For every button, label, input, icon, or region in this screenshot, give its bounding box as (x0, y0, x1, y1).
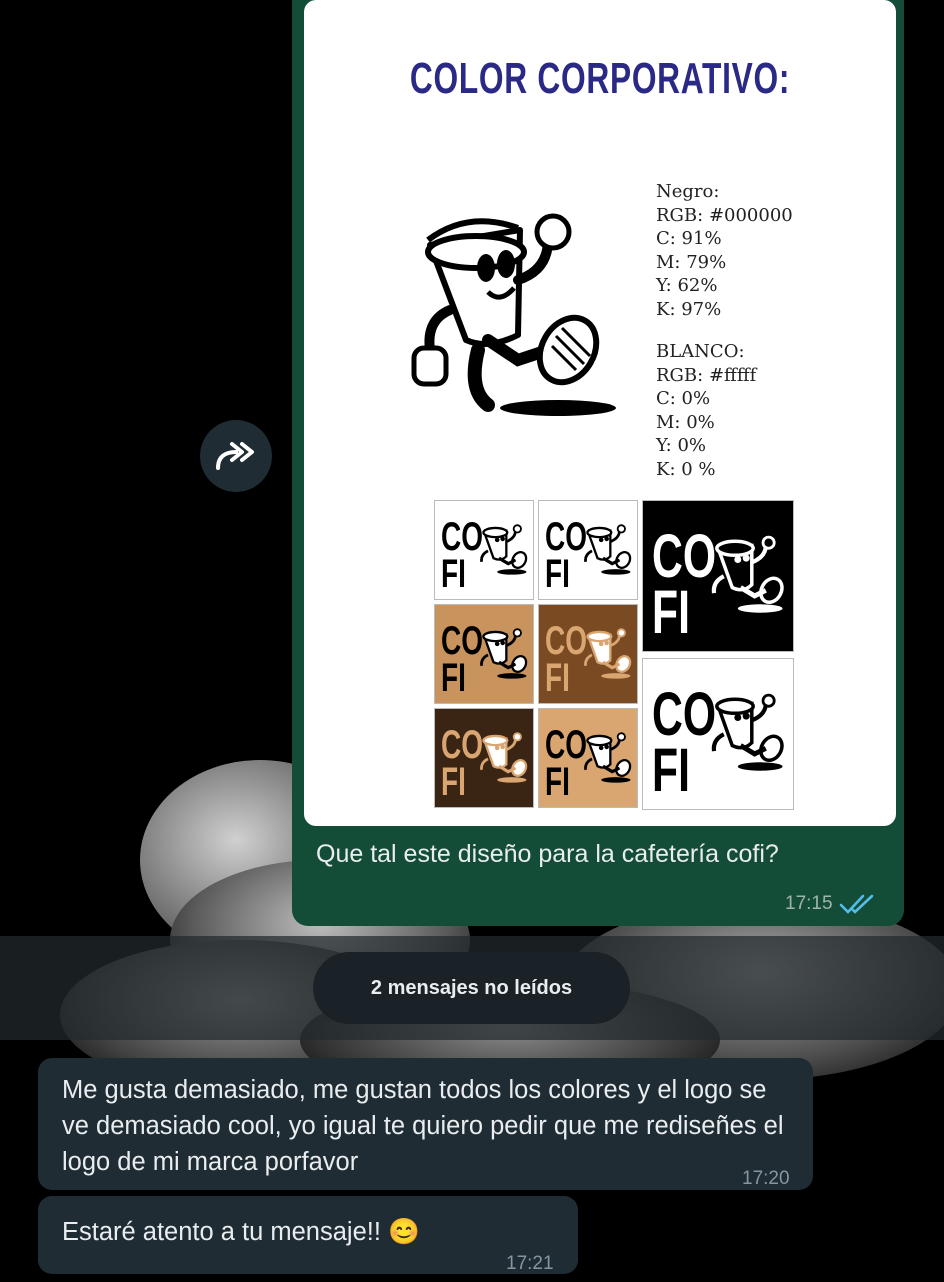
message-caption: Que tal este diseño para la cafetería co… (316, 840, 779, 868)
spec-line: RGB: #fffff (656, 364, 757, 386)
spec-line: K: 0 % (656, 458, 716, 480)
message-meta: 17:15 (785, 893, 877, 915)
unread-messages-divider: 2 mensajes no leídos (313, 952, 630, 1024)
message-time: 17:15 (785, 893, 833, 914)
logo-mascot-icon (584, 628, 632, 679)
spec-line: M: 79% (656, 251, 727, 273)
logo-variant-tile: CO FI (538, 500, 638, 600)
logo-mascot-icon (711, 693, 784, 771)
spec-line: RGB: #000000 (656, 204, 793, 226)
message-time: 17:21 (506, 1253, 554, 1274)
logo-mascot-icon (480, 524, 528, 575)
incoming-message-bubble[interactable]: Estaré atento a tu mensaje!! 😊 17:21 (38, 1196, 578, 1274)
logo-mascot-icon (711, 535, 784, 613)
spec-line: Y: 62% (656, 275, 718, 296)
message-time: 17:20 (742, 1168, 790, 1189)
logo-variant-tile: CO FI (434, 604, 534, 704)
cup-mascot-illustration (411, 213, 616, 416)
spec-line: K: 97% (656, 298, 722, 320)
shared-image[interactable]: COLOR CORPORATIVO: Negro: RGB: #000000 C… (304, 0, 896, 826)
double-check-read-icon (839, 894, 873, 914)
message-text: Me gusta demasiado, me gustan todos los … (62, 1076, 784, 1176)
image-title: COLOR CORPORATIVO: (409, 54, 791, 103)
logo-mascot-icon (584, 732, 632, 783)
logo-mascot-icon (584, 524, 632, 575)
spec-line: C: 0% (656, 388, 711, 409)
forward-icon (216, 442, 254, 470)
logo-variant-tile: CO FI (434, 500, 534, 600)
spec-negro: Negro: RGB: #000000 C: 91% M: 79% Y: 62%… (656, 180, 793, 321)
logo-variant-tile: CO FI (434, 708, 534, 808)
logo-variant-tile: CO FI (538, 604, 638, 704)
spec-line: C: 91% (656, 228, 722, 249)
spec-line: Y: 0% (656, 435, 707, 456)
logo-variant-tile: CO FI (642, 500, 794, 652)
spec-line: Negro: (656, 181, 720, 202)
incoming-message-bubble[interactable]: Me gusta demasiado, me gustan todos los … (38, 1058, 813, 1190)
spec-line: M: 0% (656, 411, 715, 433)
logo-variant-tile: CO FI (538, 708, 638, 808)
logo-mascot-icon (480, 732, 528, 783)
logo-variant-tile: CO FI (642, 658, 794, 810)
forward-button[interactable] (200, 420, 272, 492)
logo-mascot-icon (480, 628, 528, 679)
spec-line: BLANCO: (656, 341, 745, 362)
spec-blanco: BLANCO: RGB: #fffff C: 0% M: 0% Y: 0% K:… (656, 340, 756, 481)
message-text: Estaré atento a tu mensaje!! 😊 (62, 1218, 420, 1246)
